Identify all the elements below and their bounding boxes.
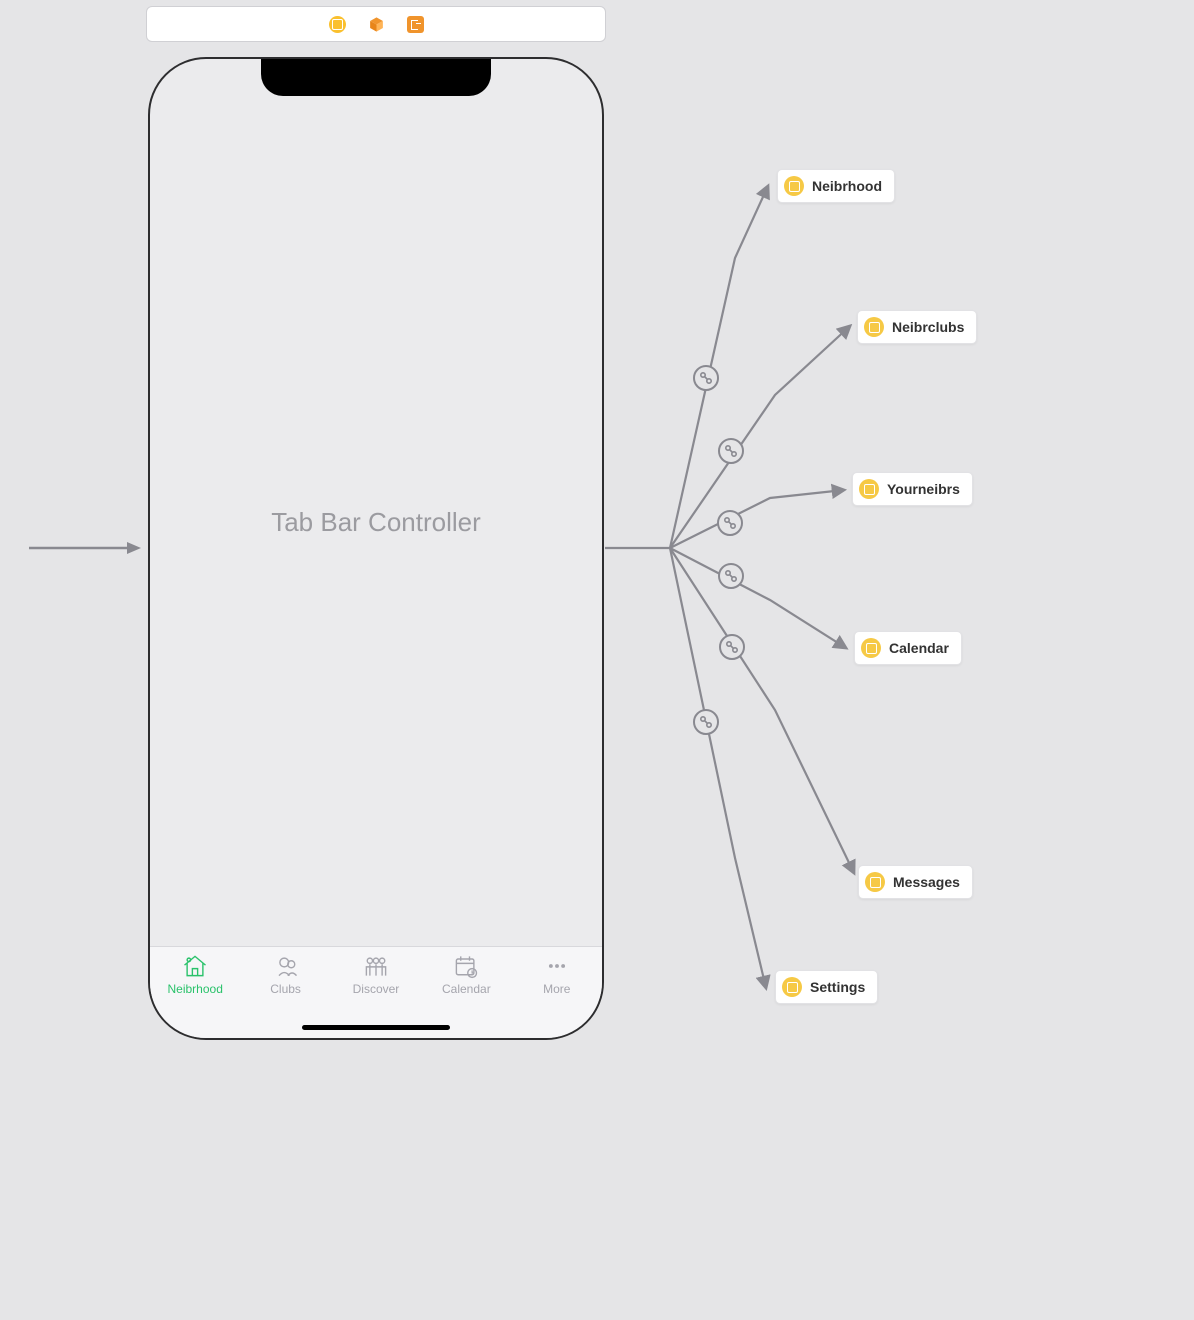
viewcontroller-icon	[865, 872, 885, 892]
destination-messages[interactable]: Messages	[858, 865, 973, 899]
segue-badge[interactable]	[693, 709, 719, 735]
viewcontroller-icon	[859, 479, 879, 499]
clubs-icon	[272, 952, 300, 980]
more-icon	[543, 952, 571, 980]
viewcontroller-icon	[784, 176, 804, 196]
tab-label: Calendar	[442, 982, 491, 996]
tab-label: Neibrhood	[168, 982, 223, 996]
tab-calendar[interactable]: Calendar	[424, 952, 508, 996]
destination-settings[interactable]: Settings	[775, 970, 878, 1004]
iphone-notch	[261, 59, 491, 96]
exit-icon[interactable]	[407, 16, 424, 33]
destination-label: Yourneibrs	[887, 481, 960, 497]
scene-icon[interactable]	[329, 16, 346, 33]
destination-neibrhood[interactable]: Neibrhood	[777, 169, 895, 203]
destination-label: Messages	[893, 874, 960, 890]
scene-toolbar[interactable]	[146, 6, 606, 42]
segue-badge[interactable]	[718, 563, 744, 589]
destination-neibrclubs[interactable]: Neibrclubs	[857, 310, 977, 344]
viewcontroller-icon	[861, 638, 881, 658]
iphone-scene-frame: Tab Bar Controller Neibrhood Clubs Disco…	[148, 57, 604, 1040]
house-icon	[181, 952, 209, 980]
destination-label: Neibrhood	[812, 178, 882, 194]
destination-label: Neibrclubs	[892, 319, 964, 335]
discover-icon	[362, 952, 390, 980]
scene-title: Tab Bar Controller	[150, 507, 602, 538]
segue-badge[interactable]	[719, 634, 745, 660]
destination-label: Settings	[810, 979, 865, 995]
entry-point-arrow	[29, 540, 141, 556]
viewcontroller-icon	[864, 317, 884, 337]
viewcontroller-icon	[782, 977, 802, 997]
tab-label: Discover	[353, 982, 400, 996]
segue-badge[interactable]	[717, 510, 743, 536]
tab-discover[interactable]: Discover	[334, 952, 418, 996]
destination-calendar[interactable]: Calendar	[854, 631, 962, 665]
tab-more[interactable]: More	[515, 952, 599, 996]
cube-icon[interactable]	[368, 16, 385, 33]
tab-label: More	[543, 982, 570, 996]
segue-badge[interactable]	[693, 365, 719, 391]
home-indicator	[302, 1025, 450, 1030]
destination-yourneibrs[interactable]: Yourneibrs	[852, 472, 973, 506]
tab-neibrhood[interactable]: Neibrhood	[153, 952, 237, 996]
calendar-icon	[452, 952, 480, 980]
segue-badge[interactable]	[718, 438, 744, 464]
tab-clubs[interactable]: Clubs	[244, 952, 328, 996]
tab-label: Clubs	[270, 982, 301, 996]
destination-label: Calendar	[889, 640, 949, 656]
